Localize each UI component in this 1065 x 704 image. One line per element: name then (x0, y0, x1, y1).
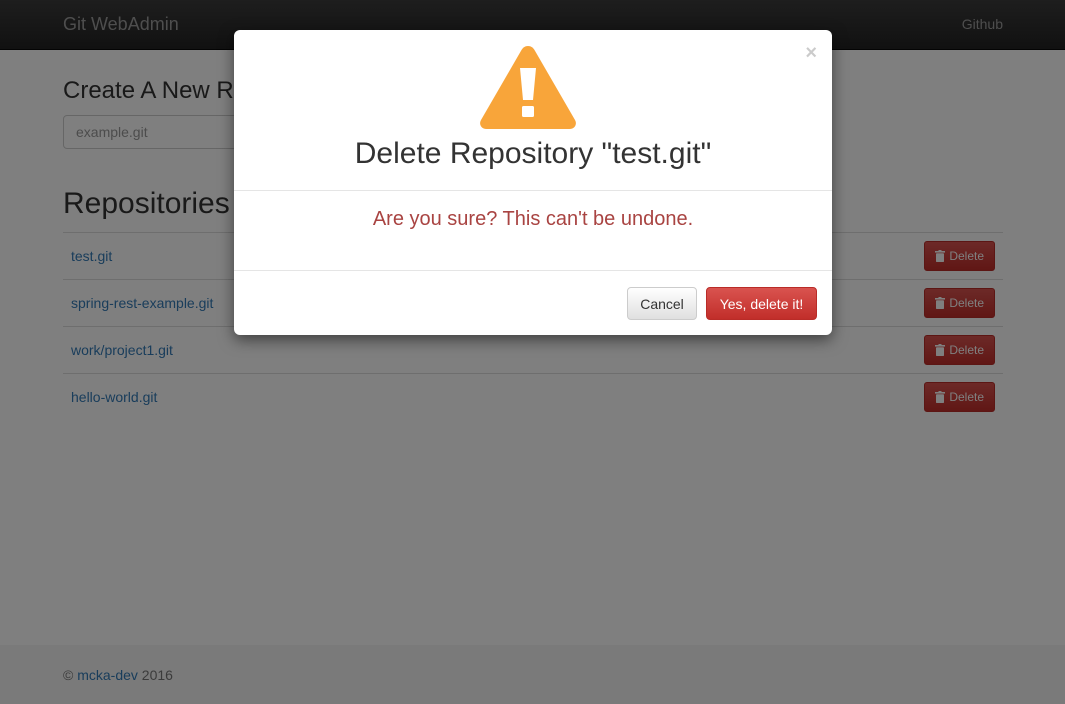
confirm-delete-button[interactable]: Yes, delete it! (706, 287, 817, 320)
modal-message: Are you sure? This can't be undone. (372, 208, 694, 230)
close-icon[interactable]: × (805, 43, 817, 63)
modal-title: Delete Repository "test.git" (354, 137, 712, 170)
delete-confirm-modal: × Delete Repository "test.git" Are you s… (234, 30, 832, 335)
cancel-button[interactable]: Cancel (627, 287, 697, 320)
modal-header-divider (234, 190, 832, 191)
warning-icon (480, 46, 576, 129)
modal-footer-divider (234, 270, 832, 271)
